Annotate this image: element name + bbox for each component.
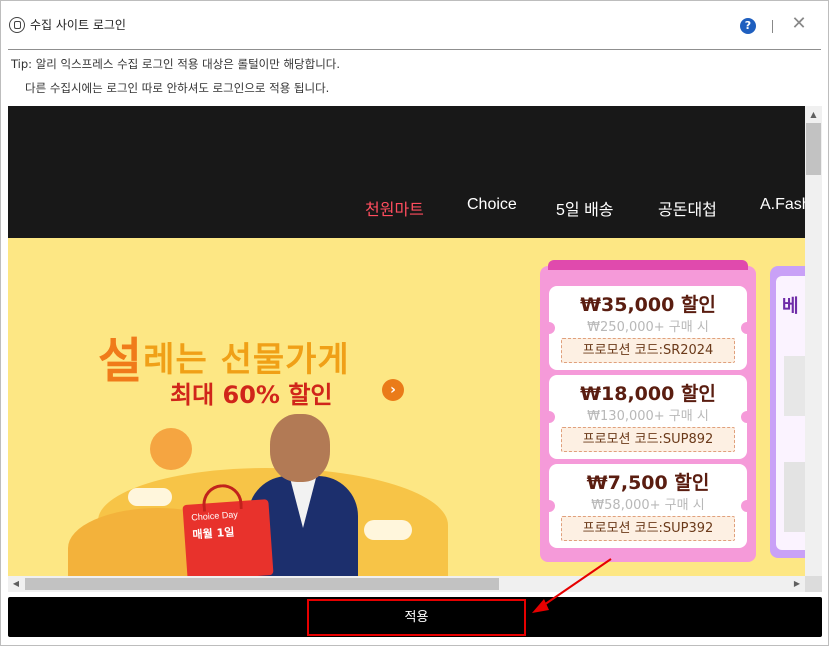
embedded-browser[interactable]: 천원마트 Choice 5일 배송 공돈대첩 A.Fash 설레는 선물가게 최… [8,106,822,592]
scroll-left-icon[interactable]: ◀ [8,576,24,592]
scroll-up-icon[interactable]: ▲ [805,106,822,123]
help-icon[interactable]: ? [740,18,756,34]
login-dialog: 수집 사이트 로그인 ? ✕ Tip: 알리 익스프레스 수집 로그인 적용 대… [0,0,829,646]
tip-line-2: 다른 수집시에는 로그인 따로 안하셔도 로그인으로 적용 됩니다. [25,81,330,95]
vertical-scroll-thumb[interactable] [806,123,821,175]
tip-line-1: Tip: 알리 익스프레스 수집 로그인 적용 대상은 롤털이만 해당합니다. [11,57,341,71]
sun-decoration [150,428,192,470]
bag-choice-day: Choice Day [190,509,239,523]
window-title: 수집 사이트 로그인 [30,18,126,32]
coupon-card[interactable]: ₩35,000 할인 ₩250,000+ 구매 시 프로모션 코드:SR2024 [543,286,753,370]
bag-monthly-first: 매월 1일 [192,525,235,542]
scrollbar-corner [805,576,822,592]
vertical-scrollbar[interactable]: ▲ [805,106,822,576]
chevron-right-icon[interactable]: › [382,379,404,401]
headline-first-char: 설 [98,333,144,389]
app-logo-icon [9,17,25,33]
title-divider-line [8,49,821,50]
coupon-panel: ₩35,000 할인 ₩250,000+ 구매 시 프로모션 코드:SR2024… [540,260,756,562]
nav-item-free-money[interactable]: 공돈대첩 [658,196,717,220]
side-promo-title: 베 [782,296,799,317]
headline-rest: 레는 선물가게 [143,340,350,380]
nav-item-5day-delivery[interactable]: 5일 배송 [556,196,614,220]
nav-item-thousand-won-mart[interactable]: 천원마트 [365,196,424,220]
cloud-decoration [364,520,412,540]
apply-button[interactable]: 적용 [307,599,526,636]
promo-banner[interactable]: 설레는 선물가게 최대 60% 할인 › Choice Day 매월 1일 ₩3… [8,238,822,588]
nav-item-afashion[interactable]: A.Fash [760,196,811,214]
horizontal-scrollbar[interactable]: ◀ ▶ [8,576,805,592]
close-icon[interactable]: ✕ [790,15,808,33]
coupon-condition: ₩250,000+ 구매 시 [587,320,709,335]
coupon-amount: ₩35,000 할인 [580,294,716,316]
title-divider [772,20,773,33]
shopping-bag-image: Choice Day 매월 1일 [182,482,274,581]
horizontal-scroll-thumb[interactable] [25,578,499,590]
cloud-decoration [128,488,172,506]
coupon-code: 프로모션 코드:SUP892 [561,427,735,452]
coupon-card[interactable]: ₩18,000 할인 ₩130,000+ 구매 시 프로모션 코드:SUP892 [543,375,753,459]
coupon-amount: ₩7,500 할인 [586,472,710,494]
title-bar: 수집 사이트 로그인 ? ✕ [1,1,828,49]
banner-subheadline: 최대 60% 할인 [170,381,333,409]
nav-item-choice[interactable]: Choice [467,196,517,214]
model-head [270,414,330,482]
coupon-condition: ₩130,000+ 구매 시 [587,409,709,424]
coupon-card[interactable]: ₩7,500 할인 ₩58,000+ 구매 시 프로모션 코드:SUP392 [543,464,753,548]
coupon-amount: ₩18,000 할인 [580,383,716,405]
coupon-code: 프로모션 코드:SUP392 [561,516,735,541]
coupon-condition: ₩58,000+ 구매 시 [591,498,705,513]
coupon-code: 프로모션 코드:SR2024 [561,338,735,363]
site-nav-bar: 천원마트 Choice 5일 배송 공돈대첩 A.Fash [8,106,822,238]
scroll-right-icon[interactable]: ▶ [789,576,805,592]
